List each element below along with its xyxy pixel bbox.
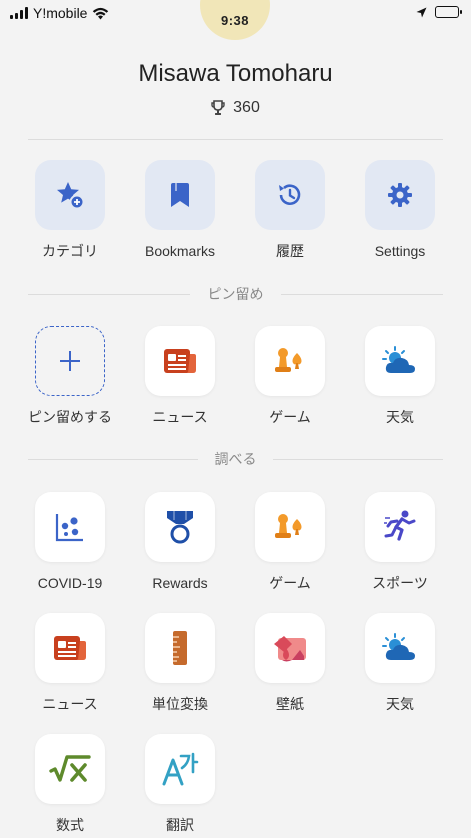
gear-icon	[388, 183, 412, 207]
explore-item-translate[interactable]: 翻訳	[125, 734, 235, 835]
quick-action-tile[interactable]	[365, 160, 435, 230]
ruler-icon	[173, 631, 187, 665]
points-value: 360	[233, 99, 260, 116]
covid-chart-icon	[55, 514, 83, 542]
app-tile[interactable]	[35, 734, 105, 804]
app-tile[interactable]	[255, 326, 325, 396]
app-label: 単位変換	[152, 696, 208, 712]
section-title: ピン留め	[207, 286, 264, 302]
avatar[interactable]: 9:38	[200, 0, 270, 40]
pin-add-label: ピン留めする	[28, 409, 112, 425]
quick-action-label: カテゴリ	[42, 243, 98, 259]
app-label: 壁紙	[276, 696, 304, 712]
weather-icon	[382, 346, 415, 373]
history-icon	[279, 184, 301, 205]
explore-item-sports[interactable]: スポーツ	[345, 492, 455, 593]
medal-icon	[167, 511, 193, 544]
app-label: ニュース	[42, 696, 98, 712]
news-icon	[54, 636, 86, 660]
app-label: ゲーム	[269, 409, 311, 425]
pinned-item-news[interactable]: ニュース	[125, 326, 235, 427]
app-label: 天気	[386, 409, 414, 425]
explore-item-rewards[interactable]: Rewards	[125, 492, 235, 593]
explore-item-wallpaper[interactable]: 壁紙	[235, 613, 345, 714]
quick-action-label: Bookmarks	[144, 243, 216, 259]
app-label: 翻訳	[166, 817, 194, 833]
app-label: ニュース	[152, 409, 208, 425]
quick-action-label: 履歴	[276, 243, 304, 259]
quick-action-label: Settings	[374, 243, 426, 259]
quick-action-tile[interactable]	[145, 160, 215, 230]
quick-action-tile[interactable]	[255, 160, 325, 230]
app-label: Rewards	[152, 575, 208, 591]
app-tile[interactable]	[145, 734, 215, 804]
carrier-label: Y!mobile	[33, 5, 88, 21]
battery-icon	[435, 6, 462, 18]
app-tile[interactable]	[145, 613, 215, 683]
explore-item-unit-convert[interactable]: 単位変換	[125, 613, 235, 714]
app-tile[interactable]	[365, 492, 435, 562]
status-right	[416, 6, 462, 18]
math-icon	[49, 755, 91, 782]
quick-action-history[interactable]: 履歴	[235, 160, 345, 261]
divider	[28, 459, 198, 460]
status-left: Y!mobile	[10, 5, 109, 21]
app-tile[interactable]	[35, 613, 105, 683]
pinned-section-header: ピン留め	[0, 284, 471, 304]
app-tile[interactable]	[145, 492, 215, 562]
app-tile[interactable]	[365, 613, 435, 683]
wifi-icon	[93, 7, 109, 19]
profile-name: Misawa Tomoharu	[138, 60, 333, 87]
app-label: 天気	[386, 696, 414, 712]
app-tile[interactable]	[145, 326, 215, 396]
explore-item-game[interactable]: ゲーム	[235, 492, 345, 593]
explore-item-news[interactable]: ニュース	[15, 613, 125, 714]
pin-add-item[interactable]: ピン留めする	[15, 326, 125, 427]
app-tile[interactable]	[255, 613, 325, 683]
divider	[281, 294, 443, 295]
app-tile[interactable]	[35, 492, 105, 562]
explore-section-header: 調べる	[0, 449, 471, 469]
signal-icon	[10, 7, 28, 19]
wallpaper-icon	[274, 636, 306, 662]
quick-action-bookmarks[interactable]: Bookmarks	[125, 160, 235, 261]
pin-add-tile[interactable]	[35, 326, 105, 396]
news-icon	[164, 349, 196, 373]
divider	[28, 294, 190, 295]
bookmark-icon	[171, 183, 189, 207]
weather-icon	[382, 633, 415, 660]
app-tile[interactable]	[365, 326, 435, 396]
pinned-item-game[interactable]: ゲーム	[235, 326, 345, 427]
trophy-icon	[211, 100, 225, 115]
app-label: COVID-19	[37, 575, 103, 591]
quick-action-settings[interactable]: Settings	[345, 160, 455, 261]
location-arrow-icon	[416, 7, 427, 17]
divider	[273, 459, 443, 460]
app-label: スポーツ	[372, 575, 428, 591]
points-row: 360	[0, 99, 471, 117]
section-title: 調べる	[214, 451, 257, 467]
pinned-item-weather[interactable]: 天気	[345, 326, 455, 427]
explore-item-covid[interactable]: COVID-19	[15, 492, 125, 593]
app-label: 数式	[56, 817, 84, 833]
plus-icon	[60, 351, 80, 371]
explore-item-math[interactable]: 数式	[15, 734, 125, 835]
avatar-time: 9:38	[220, 13, 250, 28]
quick-action-tile[interactable]	[35, 160, 105, 230]
divider	[28, 139, 443, 140]
app-label: ゲーム	[269, 575, 311, 591]
app-tile[interactable]	[255, 492, 325, 562]
star-plus-icon	[57, 182, 85, 210]
translate-icon	[162, 752, 199, 786]
game-icon	[275, 514, 302, 538]
explore-item-weather[interactable]: 天気	[345, 613, 455, 714]
running-icon	[384, 510, 416, 541]
game-icon	[275, 348, 302, 372]
quick-action-category[interactable]: カテゴリ	[15, 160, 125, 261]
